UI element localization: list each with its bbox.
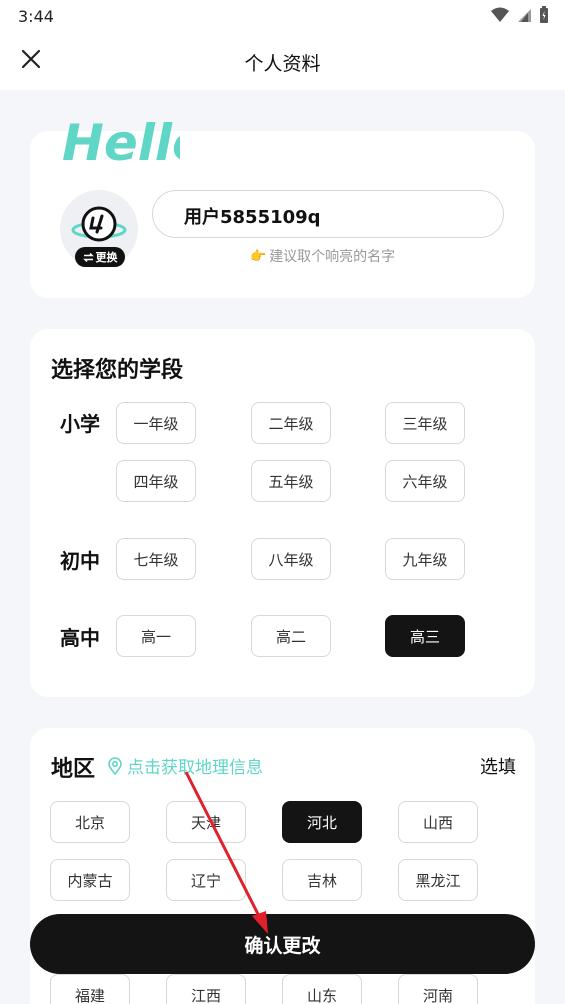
province-chip[interactable]: 内蒙古 bbox=[50, 859, 130, 901]
confirm-button[interactable]: 确认更改 bbox=[30, 914, 535, 974]
name-hint: 👉 建议取个响亮的名字 bbox=[250, 246, 395, 266]
education-title: 选择您的学段 bbox=[51, 358, 184, 383]
grade-chip[interactable]: 一年级 bbox=[116, 402, 196, 444]
avatar-change-label: 更换 bbox=[95, 251, 118, 264]
avatar-change-button[interactable]: 更换 bbox=[75, 247, 125, 267]
svg-text:Hello!: Hello! bbox=[62, 114, 180, 170]
stage-label-middle: 初中 bbox=[60, 549, 100, 573]
battery-icon bbox=[540, 6, 548, 23]
grade-chip[interactable]: 八年级 bbox=[251, 538, 331, 580]
grade-chip[interactable]: 五年级 bbox=[251, 460, 331, 502]
optional-label: 选填 bbox=[480, 757, 516, 778]
status-time: 3:44 bbox=[18, 7, 54, 26]
get-location-link[interactable]: 点击获取地理信息 bbox=[107, 753, 263, 778]
hello-logo: Hello! bbox=[62, 114, 180, 170]
grade-chip-selected[interactable]: 高三 bbox=[385, 615, 465, 657]
signal-icon bbox=[518, 9, 531, 22]
username-input[interactable]: 用户5855109q bbox=[152, 190, 504, 238]
grade-chip[interactable]: 六年级 bbox=[385, 460, 465, 502]
status-icons bbox=[491, 6, 549, 24]
grade-chip[interactable]: 九年级 bbox=[385, 538, 465, 580]
page-title: 个人资料 bbox=[244, 53, 321, 75]
province-chip-selected[interactable]: 河北 bbox=[282, 801, 362, 843]
pointing-hand-icon: 👉 bbox=[250, 248, 267, 264]
province-chip[interactable]: 福建 bbox=[50, 974, 130, 1004]
region-title: 地区 bbox=[51, 757, 96, 782]
top-bar: 个人资料 bbox=[0, 32, 565, 90]
username-value: 用户5855109q bbox=[184, 207, 321, 228]
province-chip[interactable]: 山东 bbox=[282, 974, 362, 1004]
grade-chip[interactable]: 七年级 bbox=[116, 538, 196, 580]
grade-chip[interactable]: 二年级 bbox=[251, 402, 331, 444]
grade-chip[interactable]: 四年级 bbox=[116, 460, 196, 502]
province-chip[interactable]: 辽宁 bbox=[166, 859, 246, 901]
province-chip[interactable]: 江西 bbox=[166, 974, 246, 1004]
province-chip[interactable]: 黑龙江 bbox=[398, 859, 478, 901]
status-bar: 3:44 bbox=[0, 0, 565, 32]
wifi-icon bbox=[491, 7, 509, 22]
province-chip[interactable]: 山西 bbox=[398, 801, 478, 843]
get-location-text: 点击获取地理信息 bbox=[127, 758, 263, 778]
grade-chip[interactable]: 高一 bbox=[116, 615, 196, 657]
swap-icon bbox=[82, 252, 94, 262]
stage-label-primary: 小学 bbox=[60, 412, 100, 436]
province-chip[interactable]: 吉林 bbox=[282, 859, 362, 901]
province-chip[interactable]: 天津 bbox=[166, 801, 246, 843]
province-chip[interactable]: 北京 bbox=[50, 801, 130, 843]
province-chip[interactable]: 河南 bbox=[398, 974, 478, 1004]
name-hint-text: 建议取个响亮的名字 bbox=[269, 249, 396, 265]
stage-label-high: 高中 bbox=[60, 626, 100, 650]
location-pin-icon bbox=[108, 756, 122, 775]
grade-chip[interactable]: 三年级 bbox=[385, 402, 465, 444]
grade-chip[interactable]: 高二 bbox=[251, 615, 331, 657]
